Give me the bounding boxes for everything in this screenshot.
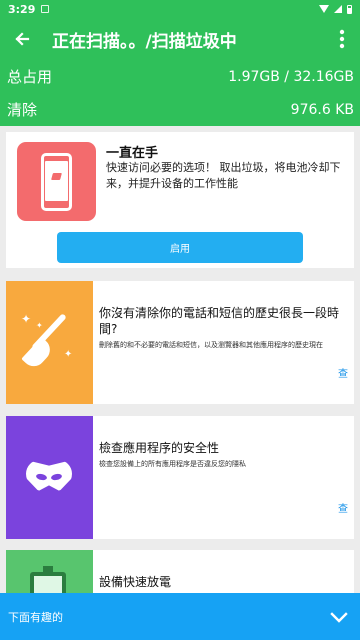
phone-clean-image [17, 142, 96, 221]
notification-icon [41, 5, 50, 13]
phone-icon [41, 153, 72, 211]
history-clean-image: ✦ ✦ ✦ [6, 281, 93, 404]
stat-value: 1.97GB / 32.16GB [228, 68, 354, 85]
enable-button[interactable]: 启用 [57, 232, 303, 263]
expand-button[interactable] [318, 593, 360, 640]
stat-label: 总占用 [7, 68, 53, 86]
promo-description: 快速访问必要的选项！ 取出垃圾，将电池冷却下来，并提升设备的工作性能 [106, 161, 341, 190]
stat-label: 清除 [7, 101, 38, 119]
view-security-link[interactable]: 查 [338, 500, 348, 515]
page-title: 正在扫描。。/扫描垃圾中 [52, 31, 237, 52]
status-bar: 3:29 [0, 0, 360, 18]
feature-content: 你沒有清除你的電話和短信的歷史很長一段時間? 刪除舊的和不必要的電話和短信，以及… [93, 281, 354, 404]
back-arrow-icon [15, 32, 30, 46]
bottom-bar-label: 下面有趣的 [8, 610, 63, 624]
feature-content: 檢查應用程序的安全性 檢查您設備上的所有應用程序是否違反您的隱私 查 [93, 416, 354, 539]
sparkle-icon: ✦ [21, 312, 32, 326]
history-clean-card[interactable]: ✦ ✦ ✦ 你沒有清除你的電話和短信的歷史很長一段時間? 刪除舊的和不必要的電話… [6, 281, 354, 404]
view-history-link[interactable]: 查 [338, 365, 348, 380]
back-button[interactable] [0, 18, 44, 60]
more-options-button[interactable] [324, 18, 360, 60]
chevron-down-icon [330, 611, 348, 623]
broom-head-icon [21, 337, 55, 371]
promo-card: 一直在手 快速访问必要的选项！ 取出垃圾，将电池冷却下来，并提升设备的工作性能 … [6, 132, 354, 268]
app-security-image [6, 416, 93, 539]
promo-title: 一直在手 [106, 146, 159, 161]
phone-screen [45, 161, 68, 201]
app-header: 正在扫描。。/扫描垃圾中 总占用 1.97GB / 32.16GB 清除 976… [0, 18, 360, 126]
status-time: 3:29 [8, 2, 36, 16]
more-vertical-icon [339, 29, 345, 49]
feature-description: 檢查您設備上的所有應用程序是否違反您的隱私 [99, 460, 246, 468]
app-security-card[interactable]: 檢查應用程序的安全性 檢查您設備上的所有應用程序是否違反您的隱私 查 [6, 416, 354, 539]
stat-clear-size: 清除 976.6 KB [0, 93, 360, 126]
signal-icon [334, 5, 342, 13]
feature-title: 設備快速放電 [99, 575, 172, 589]
wifi-icon [319, 5, 329, 13]
stat-total-usage: 总占用 1.97GB / 32.16GB [0, 60, 360, 93]
sparkle-icon: ✦ [64, 349, 73, 360]
mask-icon [26, 460, 72, 491]
app-screen: 3:29 正在扫描。。/扫描垃圾中 总占用 1.97GB / 32.16GB 清… [0, 0, 360, 640]
toolbar: 正在扫描。。/扫描垃圾中 [0, 18, 360, 60]
feature-description: 刪除舊的和不必要的電話和短信，以及瀏覽器和其他應用程序的歷史現在 [99, 341, 323, 349]
battery-icon [347, 4, 352, 14]
stat-value: 976.6 KB [290, 101, 354, 118]
feature-title: 你沒有清除你的電話和短信的歷史很長一段時間? [99, 306, 340, 336]
feature-title: 檢查應用程序的安全性 [99, 441, 220, 455]
broom-icon [51, 173, 62, 180]
sparkle-icon: ✦ [36, 321, 43, 330]
status-icons [319, 4, 352, 14]
bottom-sheet-bar[interactable]: 下面有趣的 [0, 593, 360, 640]
